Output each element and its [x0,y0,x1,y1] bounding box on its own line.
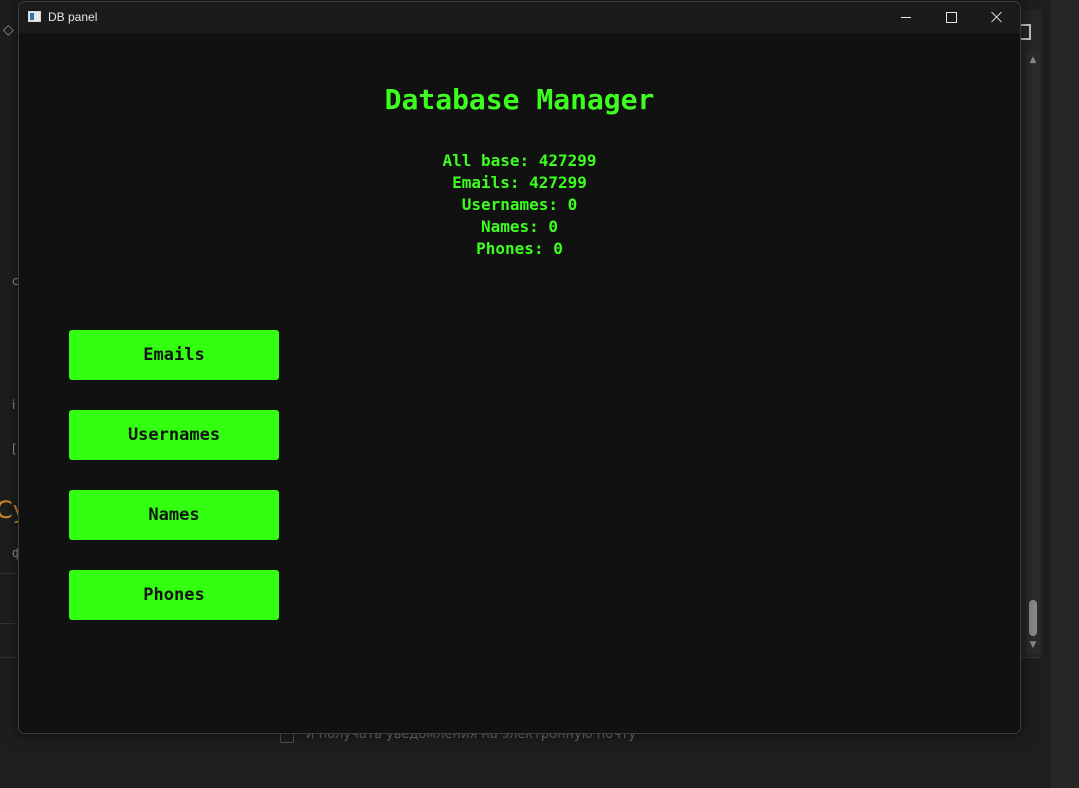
window-title: DB panel [48,10,98,24]
usernames-button[interactable]: Usernames [69,410,279,460]
phones-button[interactable]: Phones [69,570,279,620]
stat-emails: Emails: 427299 [452,173,587,192]
minimize-button[interactable] [883,2,928,33]
background-scrollbar[interactable] [1026,52,1040,654]
stat-usernames: Usernames: 0 [461,195,578,214]
background-panel [1050,0,1079,788]
background-text-fragment: i [12,398,16,412]
db-panel-window: DB panel Database Manager All base: 4272… [18,1,1021,734]
eraser-icon: ◇ [3,22,14,38]
divider [0,623,18,624]
background-text-fragment: [ [12,442,17,456]
title-bar[interactable]: DB panel [19,2,1020,33]
names-button[interactable]: Names [69,490,279,540]
stat-phones: Phones: 0 [476,239,563,258]
close-button[interactable] [973,2,1018,33]
scroll-up-arrow-icon[interactable]: ▲ [1027,54,1039,66]
stat-names: Names: 0 [480,217,559,236]
window-content: Database Manager All base: 427299 Emails… [19,33,1020,733]
scroll-down-arrow-icon[interactable]: ▼ [1027,639,1039,651]
stats-panel: All base: 427299 Emails: 427299 Username… [19,150,1020,260]
divider [0,573,18,574]
scrollbar-thumb[interactable] [1029,600,1037,636]
app-window-icon [28,11,41,22]
maximize-button[interactable] [928,2,973,33]
expand-icon[interactable] [1021,24,1031,40]
page-title: Database Manager [384,83,655,116]
stat-all-base: All base: 427299 [442,151,597,170]
emails-button[interactable]: Emails [69,330,279,380]
